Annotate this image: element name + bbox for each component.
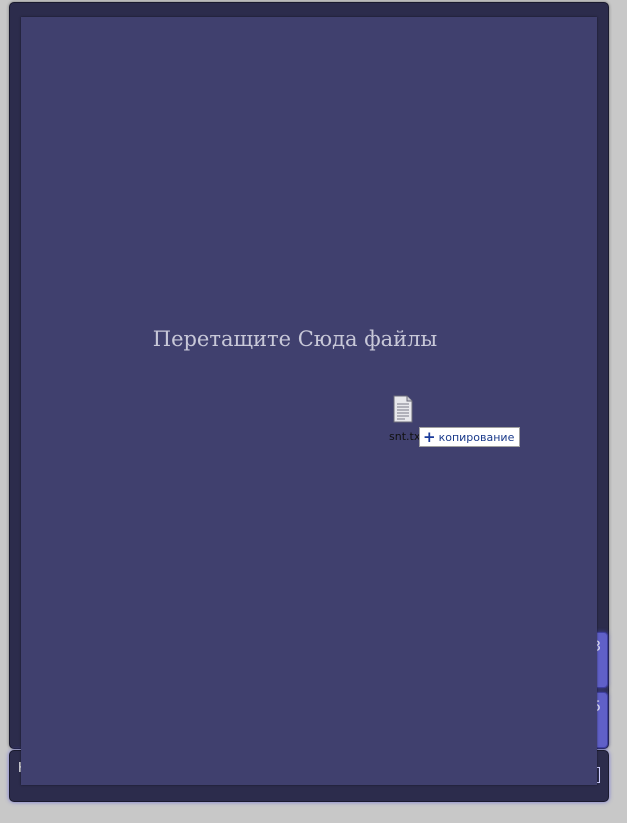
screen: 3 5 Н Перетащите Сюда файлы snt.txt + ко… xyxy=(0,0,627,823)
copy-action-label: копирование xyxy=(438,430,515,444)
file-drop-zone[interactable]: Перетащите Сюда файлы xyxy=(21,17,597,785)
dragged-file-name: snt.txt xyxy=(389,430,421,443)
text-document-icon xyxy=(393,395,413,423)
drag-copy-tooltip: + копирование xyxy=(419,427,521,447)
drop-prompt: Перетащите Сюда файлы xyxy=(152,327,438,351)
plus-icon: + xyxy=(423,427,436,446)
